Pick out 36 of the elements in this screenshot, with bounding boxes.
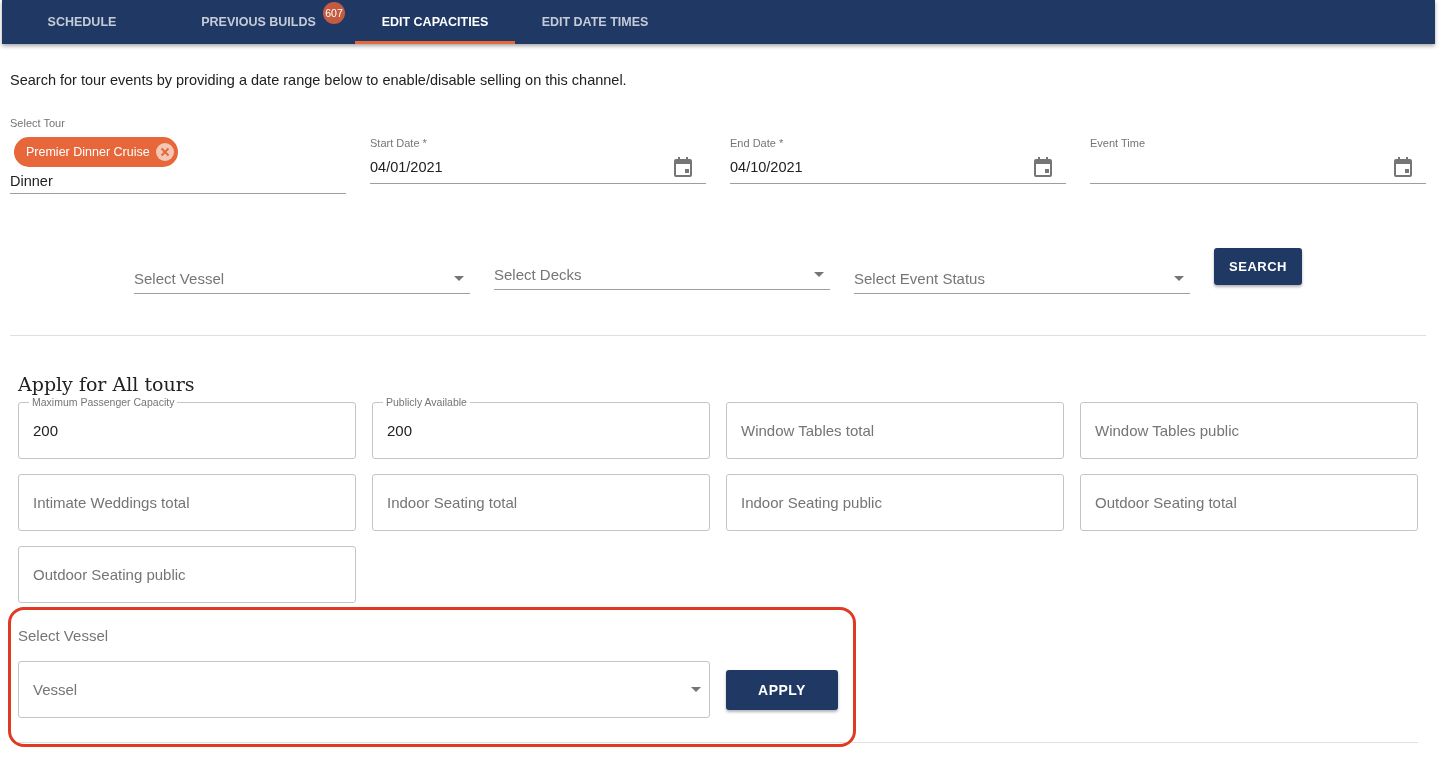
field-label: Start Date * [370,137,427,149]
caret-icon [691,687,701,692]
search-button[interactable]: SEARCH [1214,248,1302,285]
nav-tab[interactable]: EDIT DATE TIMES [515,0,675,44]
field-label: End Date * [730,137,784,149]
capacity-input-field[interactable]: Indoor Seating public [726,474,1064,531]
vessel-select[interactable]: Vessel [18,661,710,718]
select-field[interactable]: Select Decks [494,260,830,290]
caret-icon [814,272,824,277]
field-label: Select Vessel [18,627,109,644]
calendar-icon[interactable] [1394,157,1412,177]
capacity-input-field[interactable]: Outdoor Seating total [1080,474,1418,531]
select-field[interactable]: Select Event Status [854,264,1190,294]
count-badge: 607 [323,2,345,24]
calendar-icon[interactable] [674,157,692,177]
intro-text: Search for tour events by providing a date range below to enable/disable selling on this channel. [10,72,627,88]
caret-icon [454,276,464,281]
section-heading: Apply for All tours [18,373,195,395]
nav-tab[interactable]: EDIT CAPACITIES [355,0,515,44]
nav-tab[interactable]: PREVIOUS BUILDS 607 [162,0,355,44]
field-label: Event Time [1090,137,1146,149]
date-field[interactable]: 04/01/2021 [370,151,706,184]
capacity-input-field[interactable]: Intimate Weddings total [18,474,356,531]
date-field[interactable]: 04/10/2021 [730,151,1066,184]
apply-button[interactable]: APPLY [726,669,838,710]
tour-input-field[interactable]: Dinner [10,167,346,194]
calendar-icon[interactable] [1034,157,1052,177]
nav-tab[interactable]: SCHEDULE [2,0,162,44]
select-field[interactable]: Select Vessel [134,264,470,294]
capacity-input-field[interactable]: Window Tables total [726,402,1064,459]
tour-chip[interactable]: Premier Dinner Cruise [14,137,178,167]
capacity-input-field[interactable]: Window Tables public [1080,402,1418,459]
capacity-input-field[interactable]: Indoor Seating total [372,474,710,531]
capacity-input-field[interactable]: Outdoor Seating public [18,546,356,603]
field-label: Select Tour [10,117,65,129]
caret-icon [1174,276,1184,281]
